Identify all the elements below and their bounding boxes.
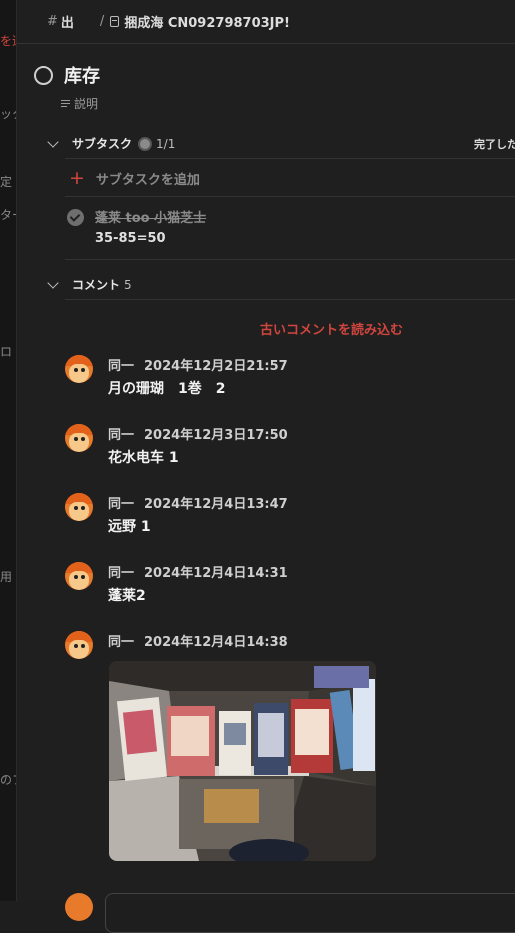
task-detail-panel: # 出 / 捆成海 CN092798703JP! 库存 説明 サブタスク 1/1…: [16, 0, 515, 933]
comment-input[interactable]: [105, 893, 515, 933]
comment-author: 同一: [108, 635, 135, 650]
plus-icon: +: [69, 167, 85, 189]
comment-text: 花水电车 1: [108, 450, 179, 466]
description-icon: [61, 99, 70, 108]
avatar[interactable]: [65, 562, 93, 590]
backdrop-text: ック: [0, 107, 16, 121]
divider: [65, 299, 515, 300]
comment-author: 同一: [108, 428, 135, 443]
bookshelf-photo: [109, 661, 376, 861]
divider: [65, 196, 515, 197]
comment-author: 同一: [108, 359, 135, 374]
add-subtask-button[interactable]: + サブタスクを追加: [69, 167, 200, 189]
subtasks-title: サブタスク: [72, 137, 133, 151]
comment-item[interactable]: 同一 2024年12月4日14:31 蓬莱2: [65, 562, 288, 605]
comment-timestamp: 2024年12月4日14:31: [144, 566, 288, 581]
subtask-count: 1/1: [156, 136, 176, 151]
comment-timestamp: 2024年12月4日13:47: [144, 497, 288, 512]
chevron-down-icon[interactable]: [47, 276, 59, 289]
comment-attachment-image[interactable]: [109, 661, 376, 861]
comment-item[interactable]: 同一 2024年12月4日14:38: [65, 631, 288, 659]
backdrop-text: のフ: [0, 773, 16, 787]
avatar[interactable]: [65, 493, 93, 521]
comment-count: 5: [124, 277, 132, 292]
completed-check-icon[interactable]: [67, 209, 84, 226]
add-subtask-label: サブタスクを追加: [95, 173, 200, 188]
subtask-progress: 1/1: [138, 136, 176, 151]
task-title-row: 库存: [34, 62, 100, 88]
backdrop-text: ター: [0, 208, 16, 222]
subtask-item[interactable]: 蓬莱 too 小猫芝士 35-85=50: [67, 207, 206, 246]
breadcrumb-project[interactable]: 出: [61, 12, 74, 31]
task-icon: [110, 16, 120, 27]
subtasks-header[interactable]: サブタスク 1/1: [47, 135, 176, 152]
load-older-comments-button[interactable]: 古いコメントを読み込む: [17, 319, 515, 338]
comment-item[interactable]: 同一 2024年12月4日13:47 远野 1: [65, 493, 288, 536]
backdrop-text: ロ: [0, 345, 13, 359]
background-app: を追 ック 定 ター ロ 用 のフ: [0, 0, 16, 901]
divider: [65, 259, 515, 260]
comment-author: 同一: [108, 566, 135, 581]
comment-text: 蓬莱2: [108, 588, 146, 604]
description-label: 説明: [74, 97, 99, 111]
avatar[interactable]: [65, 631, 93, 659]
backdrop-text: 定: [0, 175, 13, 189]
comment-timestamp: 2024年12月4日14:38: [144, 635, 288, 650]
avatar[interactable]: [65, 424, 93, 452]
backdrop-text: 用: [0, 570, 13, 584]
comment-timestamp: 2024年12月2日21:57: [144, 359, 288, 374]
current-user-avatar: [65, 893, 93, 921]
hash-icon: #: [47, 14, 58, 29]
divider: [65, 158, 515, 159]
comment-text: 远野 1: [108, 519, 151, 535]
subtask-name: 蓬莱 too 小猫芝士: [95, 211, 207, 226]
task-title[interactable]: 库存: [64, 62, 100, 88]
progress-circle-icon: [138, 136, 153, 151]
description-field[interactable]: 説明: [61, 95, 98, 112]
subtask-description: 35-85=50: [95, 231, 166, 246]
comment-item[interactable]: 同一 2024年12月3日17:50 花水电车 1: [65, 424, 288, 467]
comment-text: 月の珊瑚 1巻 2: [108, 381, 226, 397]
breadcrumb-task[interactable]: 捆成海 CN092798703JP!: [124, 12, 290, 31]
complete-task-checkbox[interactable]: [34, 65, 53, 85]
comment-author: 同一: [108, 497, 135, 512]
hide-completed-toggle[interactable]: 完了した: [474, 136, 515, 152]
comments-title: コメント: [72, 278, 121, 292]
comment-item[interactable]: 同一 2024年12月2日21:57 月の珊瑚 1巻 2: [65, 355, 288, 398]
breadcrumb-separator: /: [99, 14, 105, 29]
backdrop-text: を追: [0, 34, 16, 48]
chevron-down-icon[interactable]: [47, 135, 59, 148]
comment-timestamp: 2024年12月3日17:50: [144, 428, 288, 443]
avatar[interactable]: [65, 355, 93, 383]
comments-header[interactable]: コメント 5: [47, 276, 132, 293]
breadcrumb: # 出 / 捆成海 CN092798703JP!: [17, 0, 515, 44]
